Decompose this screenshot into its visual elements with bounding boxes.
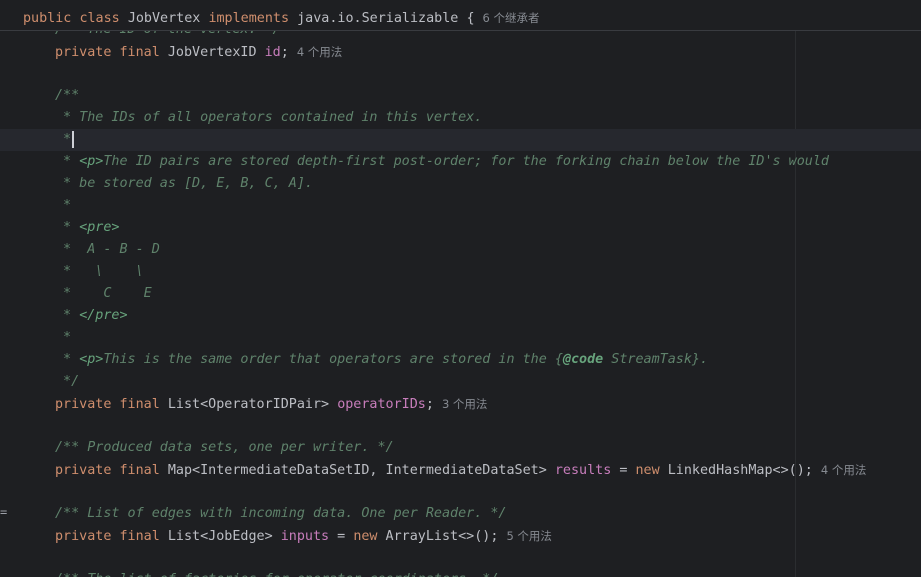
- field-name: results: [554, 463, 612, 478]
- doc-comment: *: [55, 330, 72, 345]
- code-line[interactable]: * <p>This is the same order that operato…: [0, 349, 921, 371]
- keyword: new: [635, 463, 660, 478]
- text-caret: [72, 130, 75, 148]
- keyword: final: [119, 45, 160, 60]
- semicolon: ;: [280, 45, 289, 60]
- html-tag: <p>: [79, 154, 104, 169]
- code-line[interactable]: */: [0, 371, 921, 393]
- code-line[interactable]: *: [0, 195, 921, 217]
- keyword: final: [119, 397, 160, 412]
- doc-comment: *: [55, 220, 80, 235]
- code-line[interactable]: * The IDs of all operators contained in …: [0, 107, 921, 129]
- code-line[interactable]: private final JobVertexID id; 4 个用法: [0, 41, 921, 63]
- code-line[interactable]: private final List<JobEdge> inputs = new…: [0, 525, 921, 547]
- javadoc-inline-tag: @code: [562, 352, 604, 367]
- brace: {: [466, 11, 475, 26]
- doc-comment: *: [55, 308, 80, 323]
- doc-comment: This is the same order that operators ar…: [103, 352, 563, 367]
- constructor-call: ArrayList<>();: [377, 529, 499, 544]
- code-line[interactable]: * be stored as [D, E, B, C, A].: [0, 173, 921, 195]
- field-name: operatorIDs: [337, 397, 426, 412]
- doc-comment: *: [55, 198, 72, 213]
- type-name: JobVertexID: [167, 45, 257, 60]
- doc-comment: /** List of edges with incoming data. On…: [55, 506, 507, 521]
- html-tag: <pre>: [79, 220, 120, 235]
- field-name: inputs: [280, 529, 330, 544]
- doc-comment: The ID pairs are stored depth-first post…: [103, 154, 829, 169]
- html-tag: </pre>: [79, 308, 128, 323]
- keyword: private: [55, 397, 112, 412]
- usages-hint[interactable]: 5 个用法: [506, 529, 551, 543]
- doc-comment: * \ \: [55, 264, 144, 279]
- doc-comment: /**: [55, 88, 80, 103]
- doc-comment: * be stored as [D, E, B, C, A].: [55, 176, 313, 191]
- code-line[interactable]: * C E: [0, 283, 921, 305]
- type-name: List<JobEdge>: [167, 529, 273, 544]
- keyword: final: [119, 463, 160, 478]
- keyword: class: [79, 11, 120, 26]
- keyword: public: [23, 11, 72, 26]
- interface-name[interactable]: java.io.Serializable: [297, 11, 458, 26]
- keyword: private: [55, 45, 112, 60]
- keyword: new: [353, 529, 378, 544]
- current-line[interactable]: *: [0, 129, 921, 151]
- type-name: List<OperatorIDPair>: [167, 397, 330, 412]
- code-line[interactable]: private final List<OperatorIDPair> opera…: [0, 393, 921, 415]
- doc-comment: * C E: [55, 286, 152, 301]
- operator: =: [611, 463, 636, 478]
- doc-comment: * The IDs of all operators contained in …: [55, 110, 483, 125]
- code-line[interactable]: /** The list of factories for operator c…: [0, 569, 921, 577]
- sticky-class-header[interactable]: public class JobVertex implements java.i…: [0, 0, 921, 31]
- code-line[interactable]: * A - B - D: [0, 239, 921, 261]
- inheritors-hint[interactable]: 6 个继承者: [483, 11, 540, 25]
- doc-comment: /** Produced data sets, one per writer. …: [55, 440, 394, 455]
- keyword: private: [55, 529, 112, 544]
- constructor-call: LinkedHashMap<>();: [659, 463, 813, 478]
- operator: =: [329, 529, 354, 544]
- semicolon: ;: [425, 397, 434, 412]
- doc-comment: /** The list of factories for operator c…: [55, 569, 498, 577]
- code-line[interactable]: private final Map<IntermediateDataSetID,…: [0, 459, 921, 481]
- usages-hint[interactable]: 3 个用法: [442, 397, 487, 411]
- code-line[interactable]: * \ \: [0, 261, 921, 283]
- code-line[interactable]: /** List of edges with incoming data. On…: [0, 503, 921, 525]
- type-name: Map<IntermediateDataSetID, IntermediateD…: [167, 463, 547, 478]
- field-name: id: [264, 45, 281, 60]
- doc-comment: *: [55, 132, 72, 147]
- code-editor[interactable]: = public class JobVertex implements java…: [0, 0, 921, 577]
- keyword: final: [119, 529, 160, 544]
- code-line[interactable]: * </pre>: [0, 305, 921, 327]
- code-line[interactable]: /** Produced data sets, one per writer. …: [0, 437, 921, 459]
- keyword: private: [55, 463, 112, 478]
- class-name[interactable]: JobVertex: [128, 11, 201, 26]
- code-line[interactable]: *: [0, 327, 921, 349]
- code-line[interactable]: /**: [0, 85, 921, 107]
- html-tag: <p>: [79, 352, 104, 367]
- code-line[interactable]: * <pre>: [0, 217, 921, 239]
- usages-hint[interactable]: 4 个用法: [297, 45, 342, 59]
- doc-comment: *: [55, 352, 80, 367]
- doc-comment: *: [55, 154, 80, 169]
- doc-comment: */: [55, 374, 80, 389]
- code-line[interactable]: * <p>The ID pairs are stored depth-first…: [0, 151, 921, 173]
- doc-comment: * A - B - D: [55, 242, 160, 257]
- doc-comment: StreamTask}.: [603, 352, 709, 367]
- keyword: implements: [208, 11, 290, 26]
- usages-hint[interactable]: 4 个用法: [821, 463, 866, 477]
